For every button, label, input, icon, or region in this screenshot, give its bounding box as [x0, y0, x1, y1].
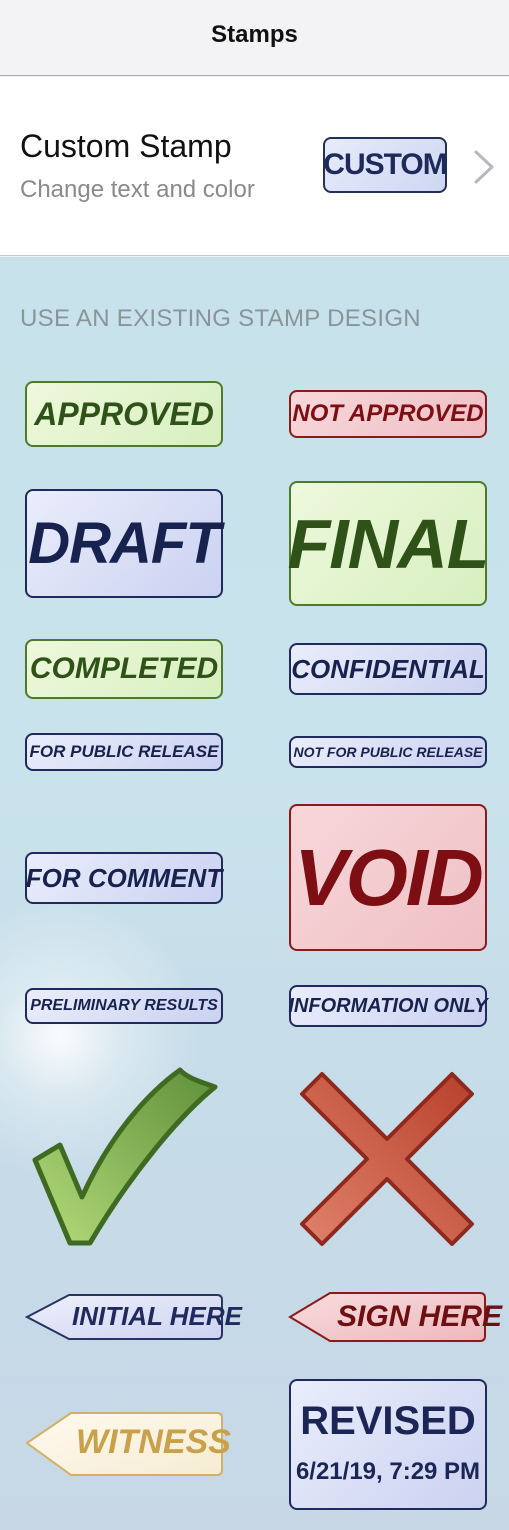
custom-stamp-subtitle: Change text and color: [20, 176, 255, 203]
chevron-right-icon: [474, 150, 494, 184]
stamp-revised-date: 6/21/19, 7:29 PM: [295, 1457, 481, 1485]
navigation-bar: Stamps: [0, 0, 509, 76]
stamp-for-public-release[interactable]: FOR PUBLIC RELEASE: [25, 733, 223, 771]
stamp-revised[interactable]: REVISED 6/21/19, 7:29 PM: [289, 1379, 487, 1510]
stamp-draft[interactable]: DRAFT: [25, 489, 223, 598]
stamp-confidential[interactable]: CONFIDENTIAL: [289, 643, 487, 695]
stamp-final[interactable]: FINAL: [287, 481, 490, 606]
stamp-sign-here-label: SIGN HERE: [337, 1300, 503, 1333]
page-title: Stamps: [211, 20, 298, 48]
stamp-preliminary-results[interactable]: PRELIMINARY RESULTS: [25, 988, 223, 1024]
stamp-gallery: USE AN EXISTING STAMP DESIGN APPROVED NO…: [0, 257, 509, 1530]
custom-stamp-preview: CUSTOM: [323, 137, 448, 193]
checkmark-icon[interactable]: [30, 1065, 220, 1250]
custom-stamp-row[interactable]: Custom Stamp Change text and color CUSTO…: [0, 77, 509, 256]
stamp-completed[interactable]: COMPLETED: [25, 639, 223, 699]
stamp-approved[interactable]: APPROVED: [25, 381, 223, 447]
stamp-revised-label: REVISED: [300, 1398, 476, 1443]
section-header: USE AN EXISTING STAMP DESIGN: [20, 305, 421, 332]
stamp-information-only[interactable]: INFORMATION ONLY: [288, 985, 488, 1027]
stamp-for-comment[interactable]: FOR COMMENT: [25, 852, 223, 904]
stamp-initial-here-label: INITIAL HERE: [72, 1301, 242, 1331]
stamp-void[interactable]: VOID: [289, 804, 487, 951]
stamp-not-approved[interactable]: NOT APPROVED: [289, 390, 487, 438]
stamp-witness-label: WITNESS: [76, 1423, 231, 1461]
custom-stamp-title: Custom Stamp: [20, 128, 232, 164]
x-mark-icon[interactable]: [297, 1069, 477, 1249]
stamp-not-for-public-release[interactable]: NOT FOR PUBLIC RELEASE: [289, 736, 487, 768]
